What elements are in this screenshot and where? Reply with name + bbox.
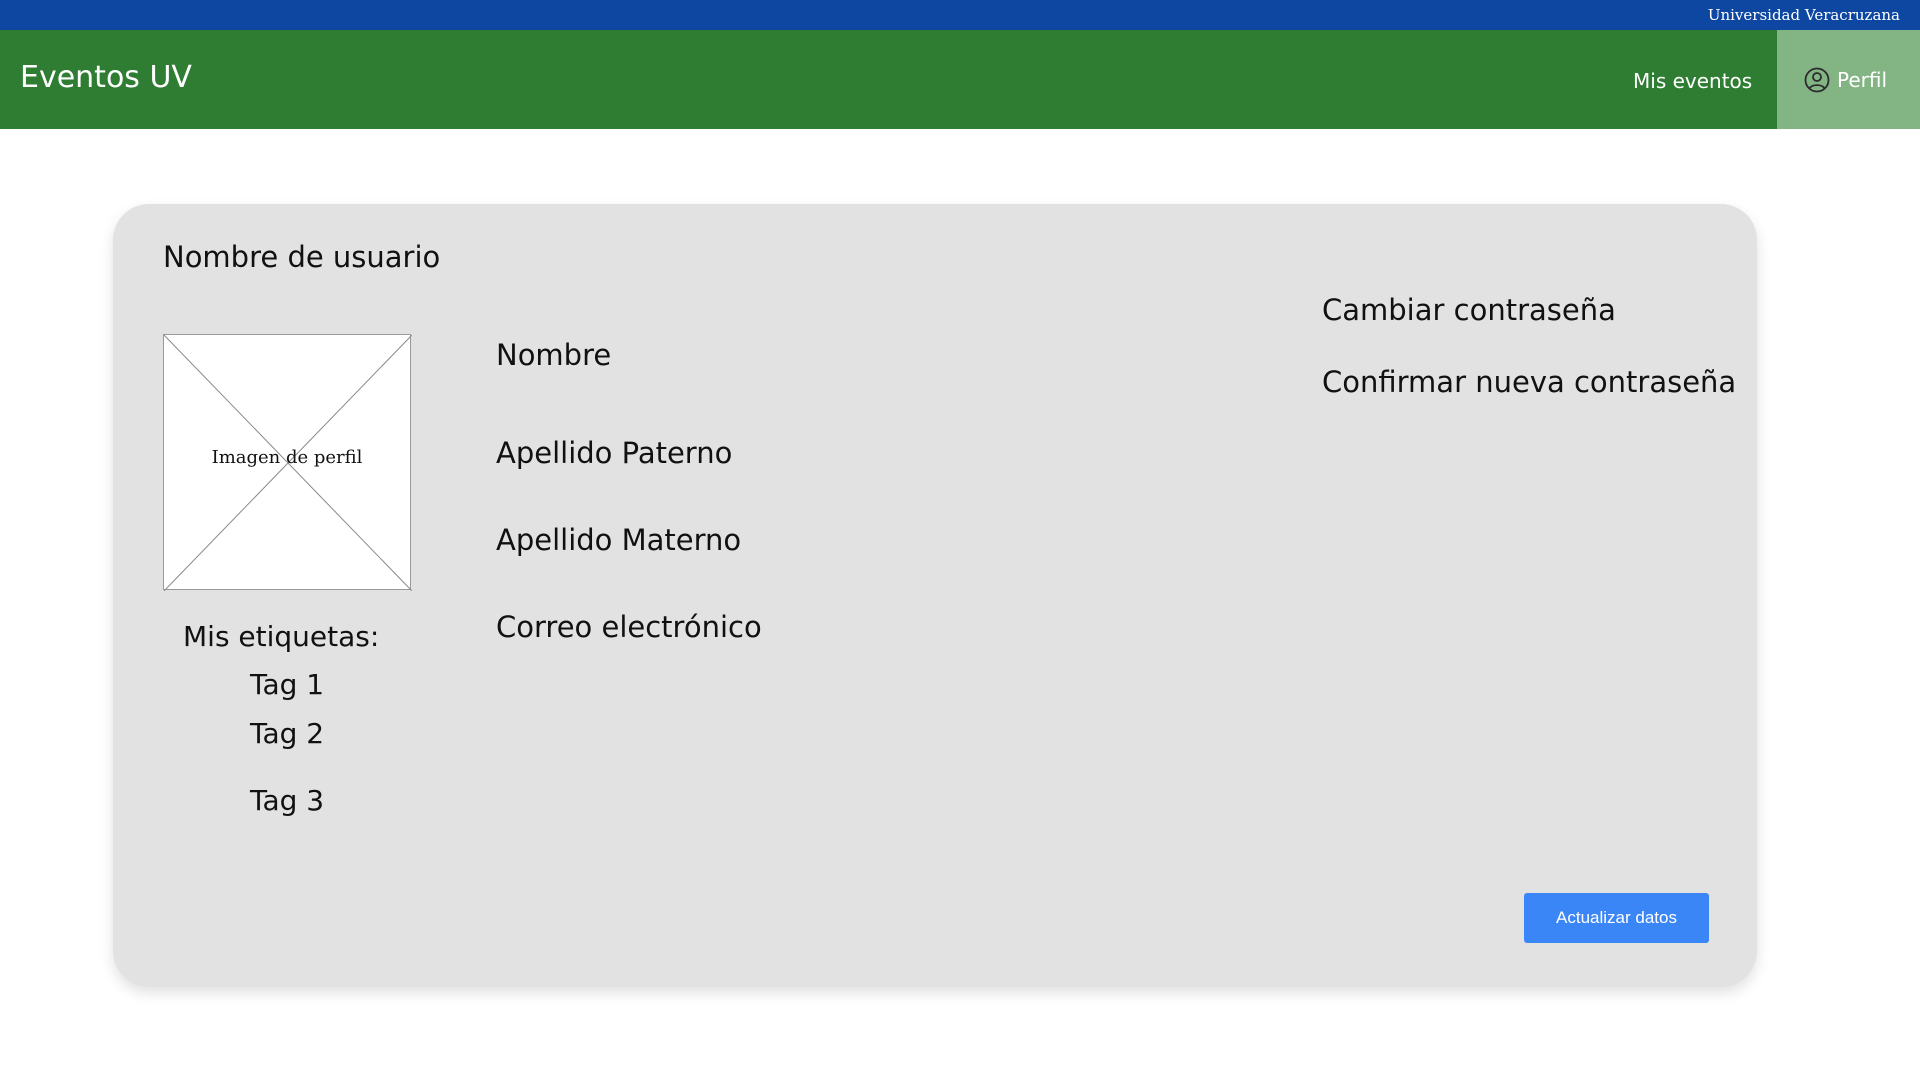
tags-heading: Mis etiquetas: bbox=[183, 620, 380, 653]
nav-profile-tab[interactable]: Perfil bbox=[1777, 30, 1920, 129]
tag-item[interactable]: Tag 3 bbox=[250, 784, 324, 817]
profile-card: Nombre de usuario Imagen de perfil Mis e… bbox=[113, 204, 1757, 987]
tag-item[interactable]: Tag 2 bbox=[250, 717, 324, 750]
change-password-field[interactable]: Cambiar contraseña bbox=[1322, 293, 1616, 327]
institution-name: Universidad Veracruzana bbox=[1707, 6, 1900, 24]
maternal-surname-field[interactable]: Apellido Materno bbox=[496, 523, 741, 557]
tag-item[interactable]: Tag 1 bbox=[250, 668, 324, 701]
user-circle-icon bbox=[1804, 67, 1830, 93]
paternal-surname-field[interactable]: Apellido Paterno bbox=[496, 436, 732, 470]
nav-my-events-link[interactable]: Mis eventos bbox=[1633, 69, 1752, 93]
brand-title[interactable]: Eventos UV bbox=[20, 60, 192, 95]
main-navbar: Eventos UV Mis eventos Perfil bbox=[0, 30, 1920, 129]
profile-image-label: Imagen de perfil bbox=[211, 447, 363, 468]
first-name-field[interactable]: Nombre bbox=[496, 338, 611, 372]
confirm-password-field[interactable]: Confirmar nueva contraseña bbox=[1322, 365, 1736, 399]
profile-image-placeholder[interactable]: Imagen de perfil bbox=[163, 334, 412, 591]
email-field[interactable]: Correo electrónico bbox=[496, 610, 762, 644]
update-data-button[interactable]: Actualizar datos bbox=[1524, 893, 1709, 943]
institution-bar: Universidad Veracruzana bbox=[0, 0, 1920, 30]
nav-profile-label: Perfil bbox=[1837, 68, 1888, 92]
username-label: Nombre de usuario bbox=[163, 240, 441, 274]
